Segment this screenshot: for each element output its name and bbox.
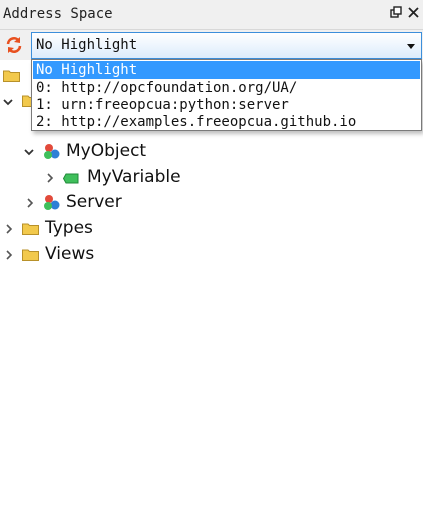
folder-icon — [22, 223, 39, 235]
combo-selected-value: No Highlight — [36, 37, 138, 53]
folder-icon — [3, 70, 20, 82]
tree-item-label: Types — [45, 218, 93, 238]
tree-item-label: Views — [45, 244, 95, 264]
chevron-right-icon[interactable] — [4, 250, 14, 260]
tree-item-root[interactable] — [0, 64, 30, 90]
panel-title: Address Space — [3, 6, 113, 22]
refresh-icon[interactable] — [4, 35, 24, 55]
folder-icon — [22, 249, 39, 261]
variable-icon — [63, 173, 79, 184]
dropdown-option[interactable]: 2: http://examples.freeopcua.github.io — [33, 113, 420, 131]
chevron-right-icon[interactable] — [45, 173, 55, 183]
tree-item-types[interactable]: Types — [0, 217, 423, 243]
tree-item-myobject[interactable]: MyObject — [0, 140, 423, 166]
chevron-down-icon[interactable] — [24, 147, 34, 157]
object-icon — [44, 195, 60, 210]
float-icon[interactable] — [388, 5, 404, 23]
panel-titlebar: Address Space — [0, 0, 423, 30]
namespace-highlight-combo[interactable]: No Highlight — [31, 32, 422, 59]
tree-item-server[interactable]: Server — [0, 191, 423, 217]
dropdown-option[interactable]: No Highlight — [33, 61, 420, 79]
tree-item-objects[interactable] — [0, 90, 39, 116]
chevron-right-icon[interactable] — [25, 198, 35, 208]
chevron-down-icon[interactable] — [3, 97, 13, 107]
tree-item-label: Server — [66, 192, 122, 212]
close-icon[interactable] — [405, 5, 421, 23]
chevron-right-icon[interactable] — [4, 224, 14, 234]
chevron-down-icon[interactable] — [407, 44, 415, 49]
dropdown-option[interactable]: 0: http://opcfoundation.org/UA/ — [33, 79, 420, 97]
tree-item-views[interactable]: Views — [0, 243, 423, 269]
tree-item-label: MyObject — [66, 141, 147, 161]
tree-item-myvariable[interactable]: MyVariable — [0, 166, 423, 192]
address-space-panel: Address Space No Highlight MyObject MyVa… — [0, 0, 423, 522]
combo-dropdown-list: No Highlight 0: http://opcfoundation.org… — [31, 59, 422, 131]
tree-item-label: MyVariable — [87, 167, 181, 187]
dropdown-option[interactable]: 1: urn:freeopcua:python:server — [33, 96, 420, 114]
object-icon — [44, 144, 60, 159]
